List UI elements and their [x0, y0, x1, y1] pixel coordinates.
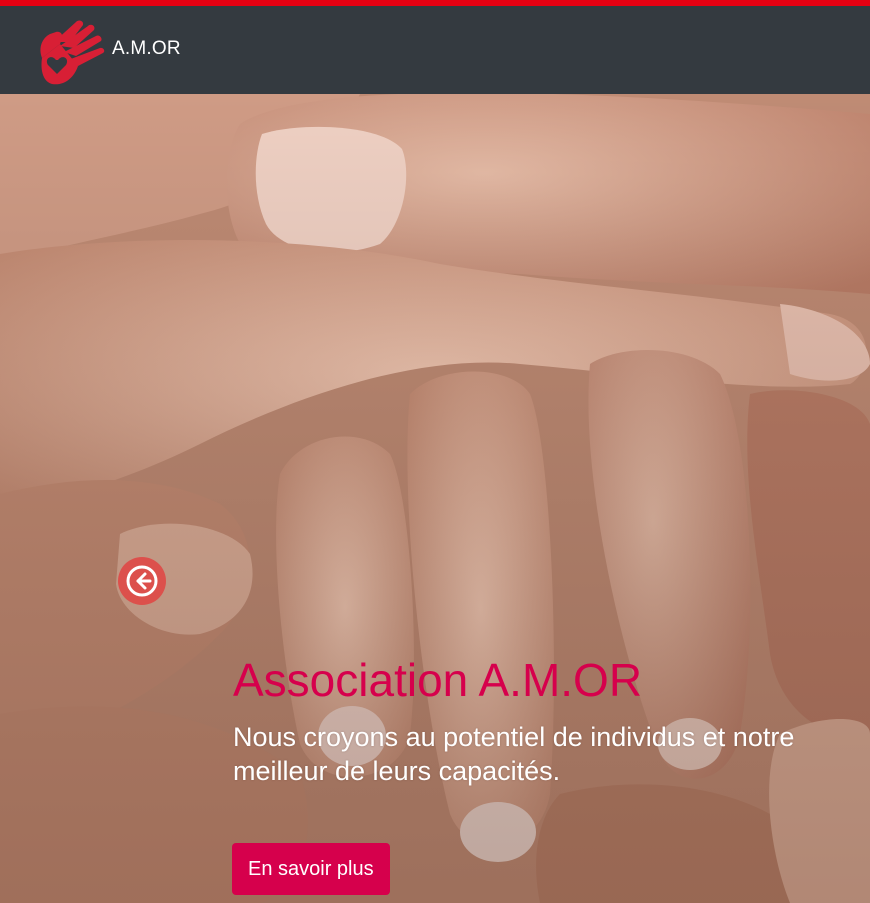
hero-title: Association A.M.OR — [233, 654, 643, 706]
navbar: A.M.OR — [0, 6, 870, 94]
hero-subtitle: Nous croyons au potentiel de individus e… — [233, 722, 795, 786]
brand-name: A.M.OR — [112, 38, 181, 59]
hero-caption: Association A.M.OR Nous croyons au poten… — [233, 650, 870, 788]
carousel-prev-button[interactable] — [118, 557, 166, 605]
brand-link[interactable]: A.M.OR — [30, 12, 181, 92]
hero-carousel: Association A.M.OR Nous croyons au poten… — [0, 94, 870, 903]
arrow-left-circle-icon — [126, 565, 158, 597]
learn-more-button[interactable]: En savoir plus — [232, 843, 390, 895]
heart-hand-icon — [40, 20, 105, 85]
